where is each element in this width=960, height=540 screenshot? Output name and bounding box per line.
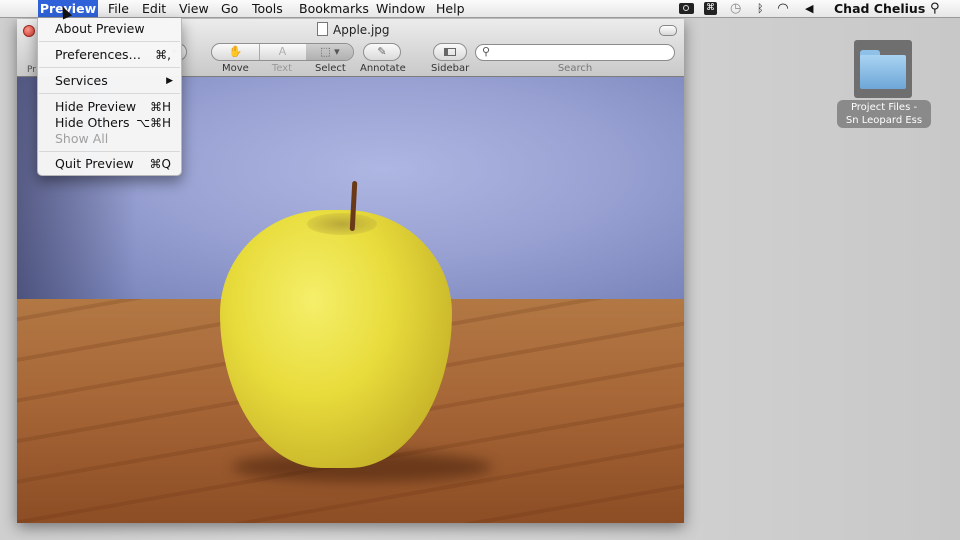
text-tool-button[interactable]: Ａ — [259, 44, 307, 60]
menu-go[interactable]: Go — [221, 0, 238, 17]
select-label: Select — [315, 63, 346, 74]
menu-help[interactable]: Help — [436, 0, 465, 17]
volume-icon[interactable]: ◀ — [805, 2, 813, 16]
text-icon: Ａ — [277, 45, 288, 58]
window-title: Apple.jpg — [317, 22, 390, 38]
menu-view[interactable]: View — [179, 0, 209, 17]
search-icon: ⚲ — [482, 45, 491, 58]
menu-item-quit[interactable]: Quit Preview ⌘Q — [38, 156, 181, 172]
search-label: Search — [557, 63, 593, 74]
folder-label-line1: Project Files - — [850, 102, 918, 113]
menu-item-about-label: About Preview — [55, 21, 145, 36]
wifi-icon[interactable]: ◠ — [778, 2, 788, 16]
menu-separator — [39, 93, 180, 94]
move-tool-button[interactable]: ✋ — [212, 44, 260, 60]
search-input[interactable] — [475, 44, 675, 61]
menu-item-services-label: Services — [55, 73, 108, 88]
desktop-folder-label[interactable]: Project Files - Sn Leopard Ess — [837, 100, 931, 128]
menu-item-preferences-label: Preferences… — [55, 47, 142, 62]
folder-body — [860, 55, 906, 89]
time-machine-icon[interactable]: ◷ — [730, 2, 741, 16]
menu-item-hide-label: Hide Preview — [55, 99, 137, 114]
menu-edit[interactable]: Edit — [142, 0, 166, 17]
select-icon: ⬚ ▾ — [320, 45, 340, 58]
user-name[interactable]: Chad Chelius — [834, 0, 925, 17]
submenu-arrow-icon: ▶ — [166, 76, 173, 86]
menu-bar: Preview File Edit View Go Tools Bookmark… — [0, 0, 960, 18]
toolbar-toggle-button[interactable] — [659, 25, 677, 36]
close-button[interactable] — [23, 25, 35, 37]
annotate-label: Annotate — [360, 63, 406, 74]
apple-photo — [220, 210, 452, 468]
tool-segmented-control: ✋ Ａ ⬚ ▾ — [211, 43, 354, 61]
menu-separator — [39, 151, 180, 152]
menu-item-quit-label: Quit Preview — [55, 156, 134, 171]
menu-item-hide-others-label: Hide Others — [55, 115, 130, 130]
annotate-button[interactable]: ✎ — [363, 43, 401, 61]
folder-label-line2: Sn Leopard Ess — [845, 115, 923, 126]
menu-item-about[interactable]: About Preview — [38, 21, 181, 37]
app-status-icon[interactable]: ⌘ — [704, 2, 717, 15]
apple-top-shading — [307, 213, 377, 235]
hand-icon: ✋ — [228, 45, 243, 58]
menu-window[interactable]: Window — [376, 0, 425, 17]
menu-file[interactable]: File — [108, 0, 129, 17]
menu-separator — [39, 67, 180, 68]
menu-tools[interactable]: Tools — [252, 0, 283, 17]
menu-bookmarks[interactable]: Bookmarks — [299, 0, 369, 17]
menu-item-preferences-shortcut: ⌘, — [155, 48, 171, 62]
select-tool-button[interactable]: ⬚ ▾ — [306, 44, 353, 60]
menu-separator — [39, 41, 180, 42]
menu-item-show-all-label: Show All — [55, 131, 109, 146]
menu-item-hide[interactable]: Hide Preview ⌘H — [38, 99, 181, 115]
spotlight-icon[interactable]: ⚲ — [930, 2, 940, 16]
preview-app-menu: About Preview Preferences… ⌘, Services ▶… — [37, 18, 182, 176]
menu-item-services[interactable]: Services ▶ — [38, 73, 181, 89]
sidebar-button[interactable] — [433, 43, 467, 61]
move-label: Move — [222, 63, 249, 74]
pencil-icon: ✎ — [377, 45, 387, 58]
menu-item-hide-others-shortcut: ⌥⌘H — [136, 116, 171, 130]
sidebar-label: Sidebar — [431, 63, 470, 74]
menu-item-preferences[interactable]: Preferences… ⌘, — [38, 47, 181, 63]
menu-item-hide-others[interactable]: Hide Others ⌥⌘H — [38, 115, 181, 131]
document-icon — [317, 22, 328, 36]
menu-item-show-all: Show All — [38, 131, 181, 147]
toolbar-partial-label: Pr — [27, 65, 36, 75]
folder-icon[interactable] — [854, 40, 912, 98]
text-label: Text — [271, 63, 293, 74]
menu-item-quit-shortcut: ⌘Q — [149, 157, 171, 171]
bluetooth-icon[interactable]: ᛒ — [757, 2, 764, 16]
menu-item-hide-shortcut: ⌘H — [149, 100, 171, 114]
window-title-text: Apple.jpg — [333, 23, 390, 37]
video-camera-icon[interactable] — [679, 3, 694, 14]
